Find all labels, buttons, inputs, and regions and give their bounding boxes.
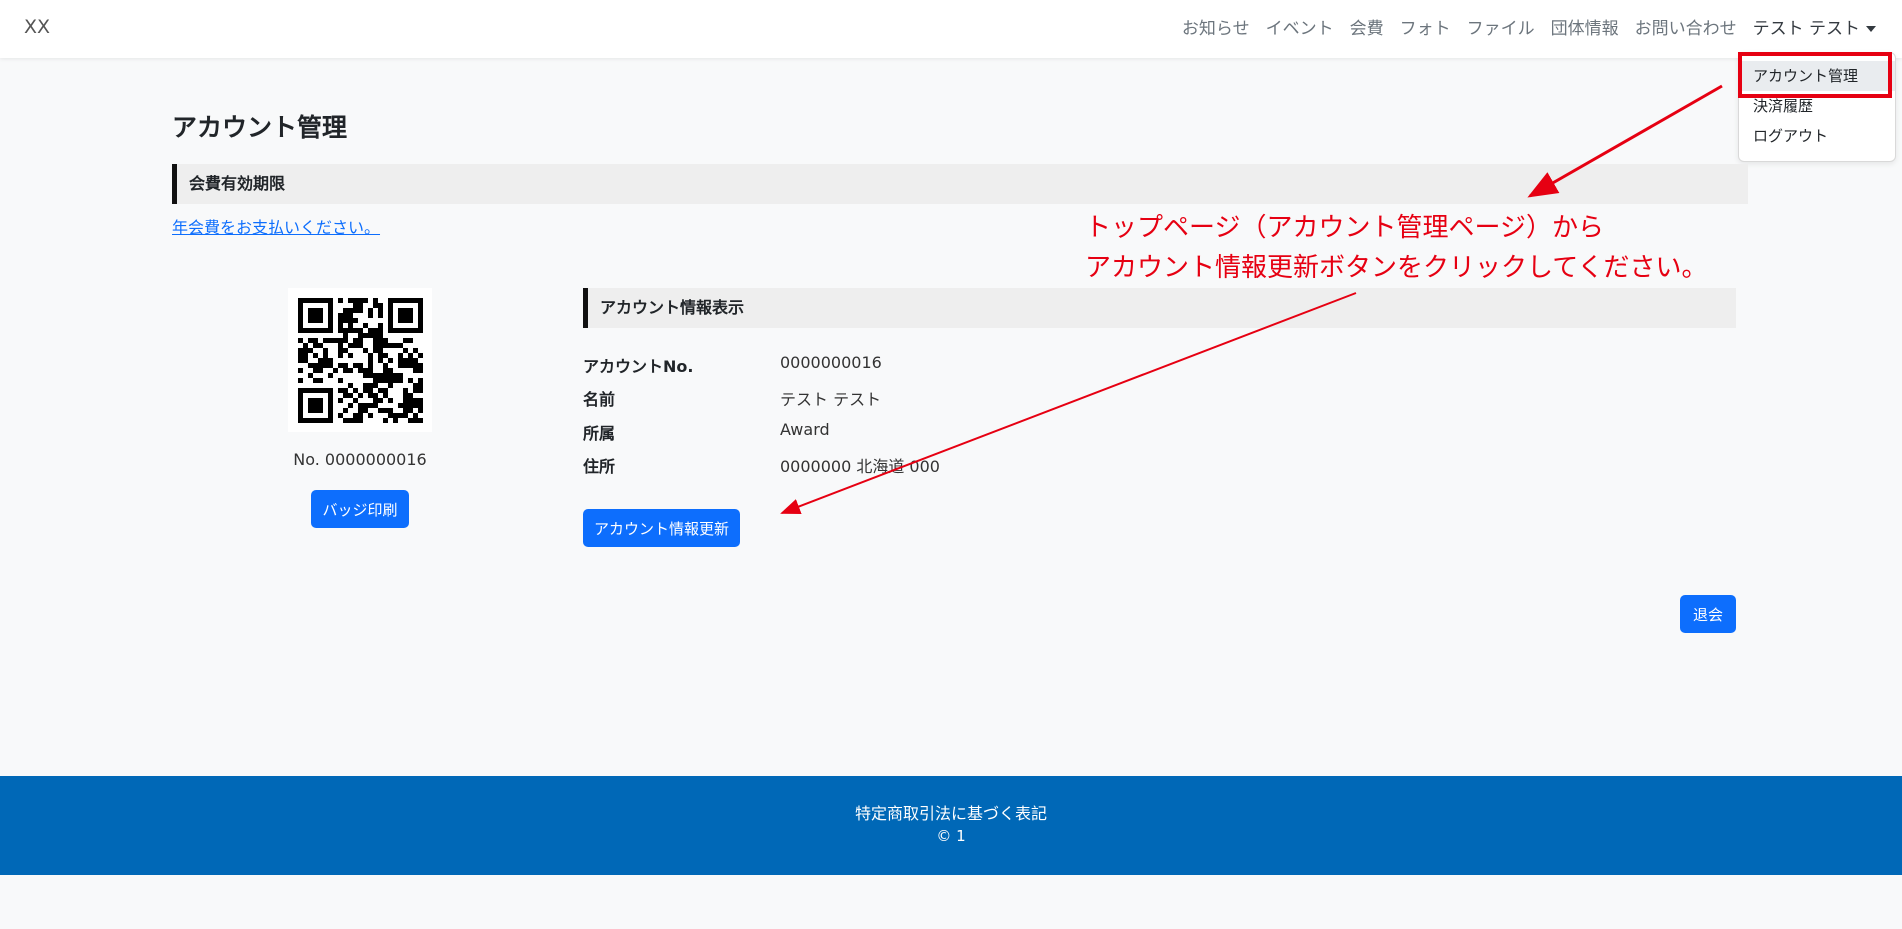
badge-print-button[interactable]: バッジ印刷 xyxy=(311,490,409,528)
dropdown-item-account-management[interactable]: アカウント管理 xyxy=(1739,61,1895,91)
pay-annual-fee-link[interactable]: 年会費をお支払いください。 xyxy=(172,214,380,238)
brand-logo[interactable]: XX xyxy=(24,16,50,38)
top-navbar: XX お知らせ イベント 会費 フォト ファイル 団体情報 お問い合わせ テスト… xyxy=(0,0,1902,58)
account-info-section-header: アカウント情報表示 xyxy=(583,288,1736,328)
badge-number: No. 0000000016 xyxy=(293,450,427,469)
annotation-text-line2: アカウント情報更新ボタンをクリックしてください。 xyxy=(1085,253,1708,283)
user-menu-toggle[interactable]: テスト テスト xyxy=(1753,14,1876,39)
withdraw-button[interactable]: 退会 xyxy=(1680,595,1736,633)
user-name: テスト テスト xyxy=(1752,19,1860,39)
nav-link-files[interactable]: ファイル xyxy=(1467,14,1535,39)
page-title: アカウント管理 xyxy=(172,113,348,142)
footer-copyright: © 1 xyxy=(936,827,966,845)
nav-link-organization[interactable]: 団体情報 xyxy=(1551,14,1619,39)
account-no-label: アカウントNo. xyxy=(583,357,694,376)
footer-commerce-law-link[interactable]: 特定商取引法に基づく表記 xyxy=(0,800,1902,824)
nav-link-fees[interactable]: 会費 xyxy=(1350,14,1384,39)
user-dropdown-menu: アカウント管理 決済履歴 ログアウト xyxy=(1738,52,1896,162)
nav-link-news[interactable]: お知らせ xyxy=(1182,14,1250,39)
name-label: 名前 xyxy=(583,390,616,409)
account-no-value: 0000000016 xyxy=(780,353,882,372)
dropdown-item-logout[interactable]: ログアウト xyxy=(1739,121,1895,151)
caret-down-icon xyxy=(1866,26,1876,32)
footer: 特定商取引法に基づく表記 © 1 xyxy=(0,776,1902,875)
name-value: テスト テスト xyxy=(780,390,882,409)
update-account-button[interactable]: アカウント情報更新 xyxy=(583,509,740,547)
dropdown-item-payment-history[interactable]: 決済履歴 xyxy=(1739,91,1895,121)
nav-link-contact[interactable]: お問い合わせ xyxy=(1635,14,1737,39)
nav-link-events[interactable]: イベント xyxy=(1266,14,1334,39)
address-label: 住所 xyxy=(583,457,616,476)
address-value: 0000000 北海道 000 xyxy=(780,457,940,476)
qr-code-icon xyxy=(298,298,423,423)
qr-code xyxy=(288,288,432,432)
nav-link-photos[interactable]: フォト xyxy=(1400,14,1451,39)
affiliation-value: Award xyxy=(780,420,830,439)
annotation-text-line1: トップページ（アカウント管理ページ）から xyxy=(1085,213,1604,243)
nav-links: お知らせ イベント 会費 フォト ファイル 団体情報 お問い合わせ テスト テス… xyxy=(1182,14,1876,39)
affiliation-label: 所属 xyxy=(583,424,616,443)
membership-section-header: 会費有効期限 xyxy=(172,164,1748,204)
